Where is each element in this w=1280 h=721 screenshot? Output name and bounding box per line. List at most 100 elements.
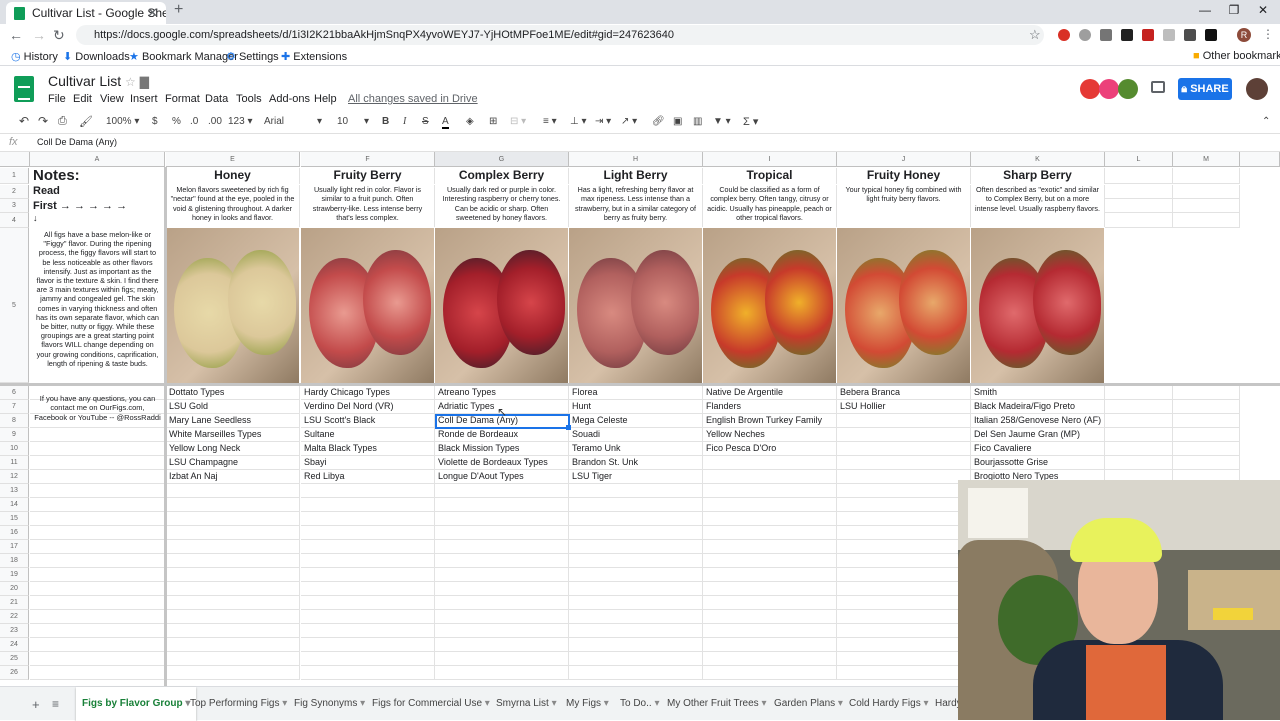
cultivar-cell[interactable]: LSU Gold (166, 400, 300, 414)
row-header-5[interactable]: 5 (0, 228, 29, 383)
grid-cell[interactable] (1173, 442, 1240, 456)
grid-cell[interactable] (1173, 400, 1240, 414)
browser-menu-icon[interactable]: ⋮ (1262, 27, 1274, 41)
bookmark-star-icon[interactable]: ☆ (1029, 27, 1041, 43)
grid-cell[interactable] (837, 596, 971, 610)
grid-cell[interactable] (703, 666, 837, 680)
grid-cell[interactable] (569, 638, 703, 652)
grid-cell[interactable] (703, 652, 837, 666)
grid-cell[interactable] (30, 554, 165, 568)
grid-cell[interactable] (1105, 386, 1173, 400)
bookmark-history[interactable]: ◷ History (11, 50, 58, 63)
grid-cell[interactable] (166, 624, 300, 638)
grid-cell[interactable] (435, 582, 569, 596)
row-header-25[interactable]: 25 (0, 652, 29, 666)
grid-cell[interactable] (166, 484, 300, 498)
cultivar-cell[interactable]: Italian 258/Genovese Nero (AF) (971, 414, 1105, 428)
mail-extension-icon[interactable] (1184, 29, 1196, 41)
sheet-tab-menu-icon[interactable]: ▾ (482, 698, 490, 709)
grid-cell[interactable] (1173, 199, 1240, 213)
comments-icon[interactable] (1151, 81, 1165, 93)
grid-cell[interactable] (30, 428, 165, 442)
grid-cell[interactable] (301, 512, 435, 526)
profile-avatar[interactable]: R (1237, 28, 1251, 42)
row-header-22[interactable]: 22 (0, 610, 29, 624)
new-tab-icon[interactable]: + (174, 1, 183, 19)
grid-cell[interactable] (435, 540, 569, 554)
grid-cell[interactable] (837, 470, 971, 484)
globe-extension-icon[interactable] (1079, 29, 1091, 41)
grid-cell[interactable] (30, 666, 165, 680)
cultivar-cell[interactable]: Fico Pesca D'Oro (703, 442, 837, 456)
cultivar-cell[interactable]: Verdino Del Nord (VR) (301, 400, 435, 414)
grid-cell[interactable] (1105, 199, 1173, 213)
grid-cell[interactable] (703, 470, 837, 484)
zoom-select[interactable]: 100% ▾ (106, 116, 139, 127)
menu-format[interactable]: Format (165, 93, 200, 105)
collaborator-avatar[interactable] (1080, 79, 1100, 99)
row-header-10[interactable]: 10 (0, 442, 29, 456)
notes-cell[interactable]: Notes: Read First → → → → → ↓ (30, 168, 165, 224)
sheet-tab[interactable]: Smyrna List ▾ (490, 687, 563, 721)
font-size-select[interactable]: 10 ▾ (337, 116, 369, 127)
sheet-tab[interactable]: My Figs ▾ (560, 687, 615, 721)
grid-cell[interactable] (166, 652, 300, 666)
grid-cell[interactable] (30, 512, 165, 526)
grid-cell[interactable] (703, 526, 837, 540)
row-header-9[interactable]: 9 (0, 428, 29, 442)
flavor-group-description[interactable]: Melon flavors sweetened by rich fig "nec… (166, 185, 300, 227)
grid-cell[interactable] (703, 456, 837, 470)
grid-cell[interactable] (301, 652, 435, 666)
row-header-3[interactable]: 3 (0, 199, 29, 213)
cultivar-cell[interactable]: Longue D'Aout Types (435, 470, 569, 484)
insert-link-icon[interactable]: 🔗︎ (652, 116, 665, 127)
grid-cell[interactable] (837, 554, 971, 568)
grid-cell[interactable] (569, 498, 703, 512)
filter-icon[interactable]: ▼ ▾ (713, 116, 731, 127)
grid-cell[interactable] (301, 568, 435, 582)
row-header-23[interactable]: 23 (0, 624, 29, 638)
grid-cell[interactable] (30, 540, 165, 554)
cultivar-cell[interactable]: Izbat An Naj (166, 470, 300, 484)
cultivar-cell[interactable]: Hardy Chicago Types (301, 386, 435, 400)
column-header-m[interactable]: M (1173, 152, 1240, 167)
row-header-15[interactable]: 15 (0, 512, 29, 526)
menu-help[interactable]: Help (314, 93, 337, 105)
bold-button[interactable]: B (382, 116, 389, 127)
grid-cell[interactable] (837, 666, 971, 680)
grid-cell[interactable] (1173, 456, 1240, 470)
insert-chart-icon[interactable]: ▥ (693, 116, 702, 127)
insert-comment-icon[interactable]: ▣ (673, 116, 682, 127)
layers-extension-icon[interactable] (1205, 29, 1217, 41)
currency-button[interactable]: $ (152, 116, 158, 127)
row-header-20[interactable]: 20 (0, 582, 29, 596)
grid-cell[interactable] (703, 554, 837, 568)
grid-cell[interactable] (569, 554, 703, 568)
select-all-corner[interactable] (0, 152, 30, 167)
row-header-17[interactable]: 17 (0, 540, 29, 554)
url-field[interactable]: https://docs.google.com/spreadsheets/d/1… (76, 25, 1044, 45)
close-window-icon[interactable]: ✕ (1248, 3, 1278, 17)
grid-cell[interactable] (301, 498, 435, 512)
horizontal-align-icon[interactable]: ≡ ▾ (543, 116, 557, 127)
bookmark-settings[interactable]: ⚙ Settings (226, 50, 279, 63)
grid-cell[interactable] (1105, 442, 1173, 456)
cultivar-cell[interactable]: Sbayi (301, 456, 435, 470)
grid-cell[interactable] (301, 484, 435, 498)
row-header-12[interactable]: 12 (0, 470, 29, 484)
grid-cell[interactable] (837, 484, 971, 498)
grid-cell[interactable] (166, 512, 300, 526)
other-bookmarks[interactable]: ■ Other bookmarks (1193, 50, 1280, 62)
sheet-tab[interactable]: To Do.. ▾ (614, 687, 666, 721)
flavor-group-title[interactable]: Sharp Berry (971, 168, 1105, 184)
close-tab-icon[interactable]: ✕ (147, 2, 158, 24)
cultivar-cell[interactable]: Sultane (301, 428, 435, 442)
grid-cell[interactable] (30, 470, 165, 484)
row-header-8[interactable]: 8 (0, 414, 29, 428)
grid-cell[interactable] (703, 610, 837, 624)
sheet-tab-menu-icon[interactable]: ▾ (357, 698, 365, 709)
text-color-button[interactable]: A (442, 116, 449, 129)
menu-tools[interactable]: Tools (236, 93, 262, 105)
bookmark-extensions[interactable]: ✚ Extensions (281, 50, 347, 63)
grid-cell[interactable] (1173, 168, 1240, 184)
